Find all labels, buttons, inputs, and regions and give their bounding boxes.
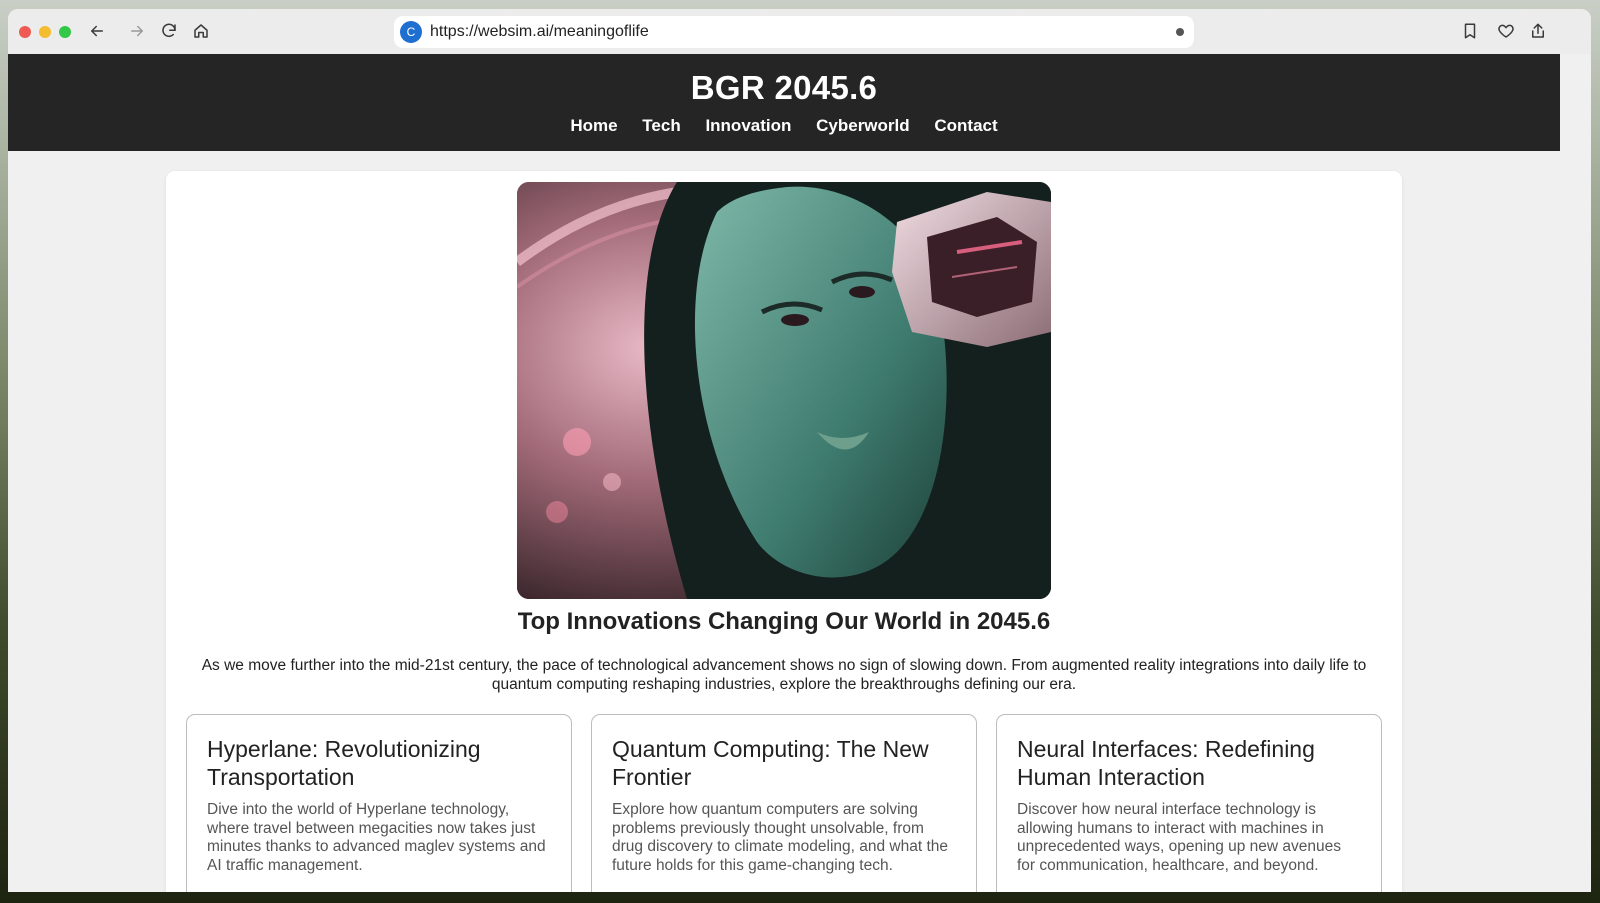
back-arrow-icon[interactable] — [85, 19, 109, 43]
nav-link-cyberworld[interactable]: Cyberworld — [816, 116, 910, 135]
headline: Top Innovations Changing Our World in 20… — [517, 608, 1051, 635]
maximize-window-button[interactable] — [59, 26, 71, 38]
article-card-neural[interactable]: Neural Interfaces: Redefining Human Inte… — [996, 714, 1382, 892]
article-summary: Explore how quantum computers are solvin… — [612, 801, 949, 874]
page-viewport: BGR 2045.6 Home Tech Innovation Cyberwor… — [8, 54, 1591, 892]
article-summary: Discover how neural interface technology… — [1017, 801, 1342, 874]
article-title[interactable]: Hyperlane: Revolutionizing Transportatio… — [207, 735, 551, 791]
nav-link-tech[interactable]: Tech — [642, 116, 680, 135]
nav-link-contact[interactable]: Contact — [934, 116, 997, 135]
site-nav: Home Tech Innovation Cyberworld Contact — [8, 116, 1560, 136]
bookmark-icon[interactable] — [1458, 19, 1482, 43]
browser-toolbar: C https://websim.ai/meaningoflife — [8, 9, 1591, 55]
heart-icon[interactable] — [1494, 19, 1518, 43]
forward-arrow-icon[interactable] — [125, 19, 149, 43]
home-icon[interactable] — [189, 19, 213, 43]
url-text[interactable]: https://websim.ai/meaningoflife — [430, 23, 649, 41]
main-content-card: Top Innovations Changing Our World in 20… — [166, 171, 1402, 892]
nav-link-home[interactable]: Home — [570, 116, 617, 135]
site-header: BGR 2045.6 Home Tech Innovation Cyberwor… — [8, 54, 1560, 151]
share-icon[interactable] — [1526, 19, 1550, 43]
close-window-button[interactable] — [19, 26, 31, 38]
address-bar[interactable]: C https://websim.ai/meaningoflife — [394, 16, 1194, 48]
article-card-hyperlane[interactable]: Hyperlane: Revolutionizing Transportatio… — [186, 714, 572, 892]
browser-window: C https://websim.ai/meaningoflife BGR 20… — [8, 9, 1591, 892]
article-title[interactable]: Neural Interfaces: Redefining Human Inte… — [1017, 735, 1361, 791]
site-title: BGR 2045.6 — [690, 69, 878, 106]
hero-image — [517, 182, 1051, 599]
site-favicon: C — [400, 21, 422, 43]
minimize-window-button[interactable] — [39, 26, 51, 38]
article-card-quantum[interactable]: Quantum Computing: The New Frontier Expl… — [591, 714, 977, 892]
nav-link-innovation[interactable]: Innovation — [705, 116, 791, 135]
intro-paragraph: As we move further into the mid-21st cen… — [201, 657, 1367, 693]
article-summary: Dive into the world of Hyperlane technol… — [207, 801, 546, 874]
reload-icon[interactable] — [157, 19, 181, 43]
article-title[interactable]: Quantum Computing: The New Frontier — [612, 735, 956, 791]
page-indicator-dot — [1176, 28, 1184, 36]
